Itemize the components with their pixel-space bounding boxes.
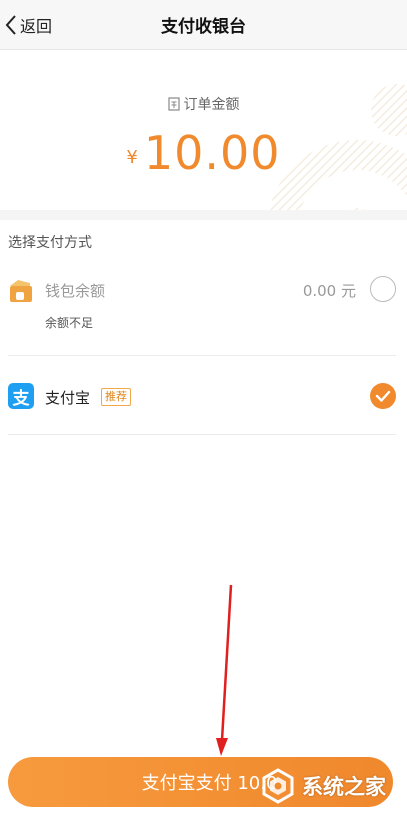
alipay-radio-checked[interactable] — [370, 383, 396, 409]
order-amount-label: 订单金额 — [0, 94, 407, 114]
watermark-logo-icon — [262, 768, 294, 804]
amount-value: 10.00 — [143, 126, 281, 180]
wallet-balance: 0.00 元 — [302, 282, 356, 300]
wallet-name: 钱包余额 — [45, 282, 106, 300]
section-title: 选择支付方式 — [8, 235, 92, 251]
payment-option-alipay[interactable]: 支 支付宝 推荐 — [8, 357, 396, 435]
payment-option-wallet[interactable]: 钱包余额 0.00 元 余额不足 — [8, 270, 396, 356]
order-amount-card: 订单金额 ¥10.00 — [0, 50, 407, 210]
wallet-radio[interactable] — [370, 276, 396, 302]
chevron-left-icon — [5, 15, 16, 35]
watermark-text: 系统之家 — [302, 775, 386, 799]
order-amount-text: 订单金额 — [183, 97, 240, 113]
page-title: 支付收银台 — [161, 17, 246, 37]
watermark: 系统之家 — [258, 766, 386, 806]
order-amount: ¥10.00 — [0, 126, 407, 180]
payment-methods-section: 选择支付方式 钱包余额 0.00 元 余额不足 支 支付宝 推荐 — [0, 220, 407, 821]
back-button[interactable]: 返回 — [4, 12, 52, 38]
insufficient-balance-note: 余额不足 — [45, 316, 94, 330]
back-label: 返回 — [20, 17, 53, 36]
nav-bar: 返回 支付收银台 — [0, 0, 407, 50]
alipay-icon: 支 — [8, 383, 34, 409]
currency-symbol: ¥ — [126, 147, 138, 168]
receipt-icon — [167, 97, 180, 111]
recommended-badge: 推荐 — [101, 388, 131, 406]
wallet-icon — [10, 280, 32, 302]
checkmark-icon — [375, 390, 391, 402]
alipay-name: 支付宝 — [45, 389, 91, 407]
